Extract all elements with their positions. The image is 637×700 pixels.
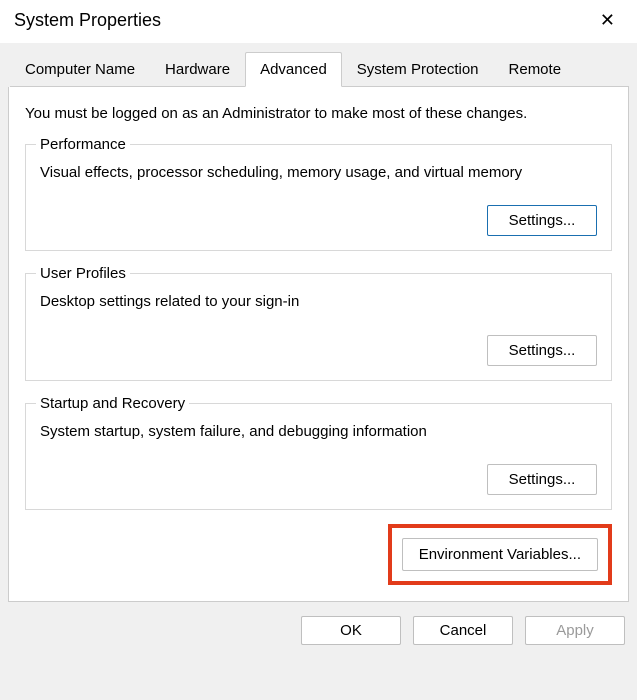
environment-variables-row: Environment Variables... xyxy=(25,524,612,585)
tab-content-advanced: You must be logged on as an Administrato… xyxy=(8,87,629,602)
performance-settings-button[interactable]: Settings... xyxy=(487,205,597,236)
performance-desc: Visual effects, processor scheduling, me… xyxy=(40,163,597,183)
startup-recovery-legend: Startup and Recovery xyxy=(36,395,189,412)
dialog-body: Computer Name Hardware Advanced System P… xyxy=(0,43,637,659)
user-profiles-legend: User Profiles xyxy=(36,265,130,282)
admin-note: You must be logged on as an Administrato… xyxy=(25,105,612,122)
tab-remote[interactable]: Remote xyxy=(494,52,577,87)
startup-recovery-settings-button[interactable]: Settings... xyxy=(487,464,597,495)
startup-recovery-group: Startup and Recovery System startup, sys… xyxy=(25,395,612,510)
dialog-footer: OK Cancel Apply xyxy=(8,602,629,645)
performance-group: Performance Visual effects, processor sc… xyxy=(25,136,612,251)
tab-strip: Computer Name Hardware Advanced System P… xyxy=(10,51,629,87)
environment-variables-highlight: Environment Variables... xyxy=(388,524,612,585)
cancel-button[interactable]: Cancel xyxy=(413,616,513,645)
user-profiles-group: User Profiles Desktop settings related t… xyxy=(25,265,612,380)
performance-legend: Performance xyxy=(36,136,130,153)
user-profiles-desc: Desktop settings related to your sign-in xyxy=(40,292,597,312)
tab-system-protection[interactable]: System Protection xyxy=(342,52,494,87)
user-profiles-settings-button[interactable]: Settings... xyxy=(487,335,597,366)
window-title: System Properties xyxy=(14,10,161,31)
ok-button[interactable]: OK xyxy=(301,616,401,645)
apply-button[interactable]: Apply xyxy=(525,616,625,645)
close-icon[interactable]: ✕ xyxy=(592,8,623,33)
tab-hardware[interactable]: Hardware xyxy=(150,52,245,87)
environment-variables-button[interactable]: Environment Variables... xyxy=(402,538,598,571)
tab-advanced[interactable]: Advanced xyxy=(245,52,342,87)
tab-computer-name[interactable]: Computer Name xyxy=(10,52,150,87)
startup-recovery-desc: System startup, system failure, and debu… xyxy=(40,422,597,442)
titlebar: System Properties ✕ xyxy=(0,0,637,43)
